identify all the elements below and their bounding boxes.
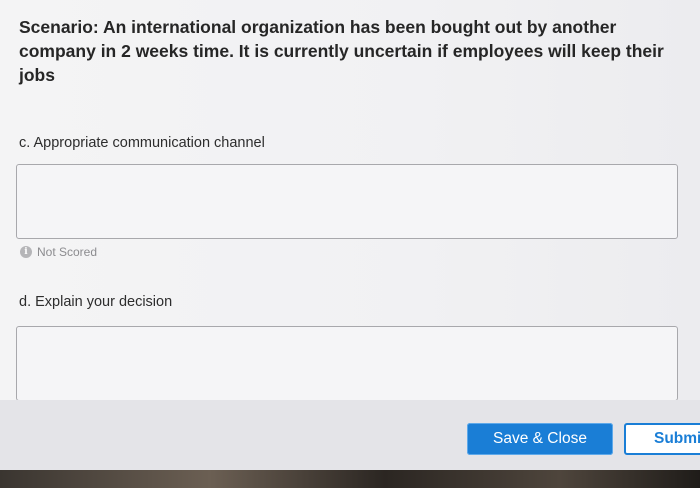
save-close-button[interactable]: Save & Close xyxy=(467,423,613,455)
scenario-text: Scenario: An international organization … xyxy=(19,17,664,85)
status-badge: i Not Scored xyxy=(20,245,97,259)
quiz-screen: Scenario: An international organization … xyxy=(0,0,700,470)
question-d-label: d. Explain your decision xyxy=(19,294,173,310)
submit-button[interactable]: Submit xyxy=(624,423,700,455)
info-icon: i xyxy=(20,246,32,258)
monitor-bezel xyxy=(0,470,700,488)
question-panel: Scenario: An international organization … xyxy=(0,0,700,401)
answer-input-d[interactable] xyxy=(16,326,678,401)
submit-label: Submit xyxy=(654,430,700,447)
answer-input-c[interactable] xyxy=(16,164,678,239)
question-c-label: c. Appropriate communication channel xyxy=(19,135,265,151)
status-text: Not Scored xyxy=(37,245,98,259)
